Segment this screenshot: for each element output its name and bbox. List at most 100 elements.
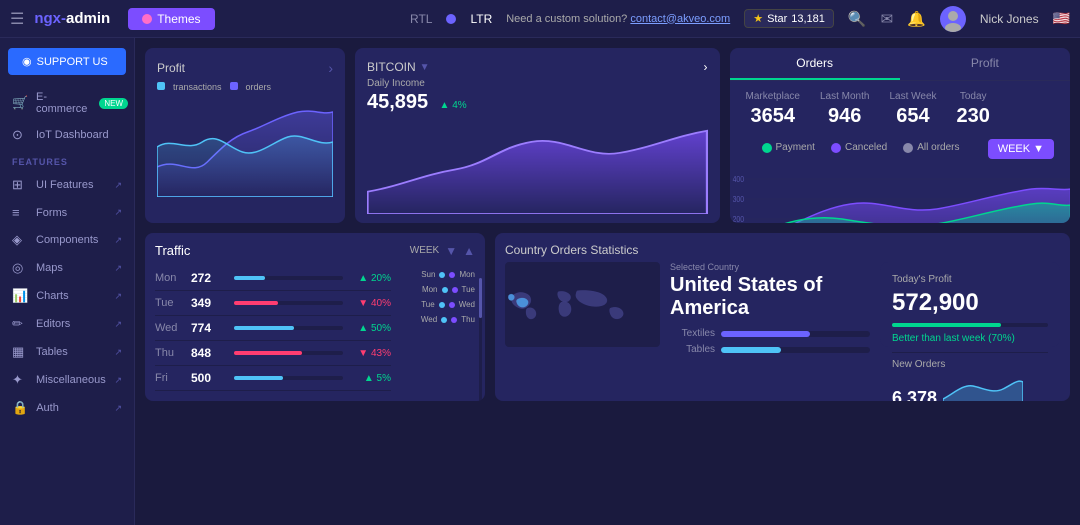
sidebar-item-components[interactable]: ◈ Components ↗: [0, 226, 134, 254]
external-icon: ↗: [114, 375, 122, 386]
orders-chart-row: Payment Canceled All orders WEEK: [730, 138, 1071, 159]
orders-stat-today: Today 230: [957, 91, 990, 128]
traffic-bar-wrap: [234, 301, 343, 305]
traffic-card: Traffic WEEK ▼ ▲ Mon 272: [145, 233, 485, 401]
bitcoin-title: BITCOIN ▼: [367, 60, 430, 74]
spark-dot2: [452, 287, 458, 293]
traffic-bar: [234, 326, 294, 330]
sidebar-item-label: Editors: [36, 318, 70, 330]
new-orders-value: 6,378: [892, 388, 937, 401]
tab-profit[interactable]: Profit: [900, 48, 1070, 80]
user-name[interactable]: Nick Jones: [980, 12, 1039, 26]
traffic-bar-wrap: [234, 326, 343, 330]
hamburger-icon[interactable]: ☰: [10, 9, 24, 29]
profit-chart: [157, 97, 333, 197]
daily-income-row: 45,895 ▲ 4%: [367, 91, 708, 114]
country-orders-card: Country Orders Statistics: [495, 233, 1070, 401]
spark-label2: Tue: [462, 285, 476, 294]
week-button[interactable]: WEEK ▼: [988, 139, 1054, 159]
textiles-label: Textiles: [670, 328, 715, 339]
textiles-bar-wrap: [721, 331, 870, 337]
sidebar-item-misc[interactable]: ✦ Miscellaneous ↗: [0, 366, 134, 394]
svg-text:200: 200: [732, 215, 743, 223]
support-button[interactable]: ◉ SUPPORT US: [8, 48, 126, 75]
traffic-pct: ▲ 50%: [351, 323, 391, 334]
external-icon: ↗: [114, 180, 122, 191]
traffic-row-fri: Fri 500 ▲ 5%: [155, 366, 391, 391]
last-week-label: Last Week: [889, 91, 936, 102]
external-icon: ↗: [114, 291, 122, 302]
bitcoin-card: BITCOIN ▼ › Daily Income 45,895 ▲ 4%: [355, 48, 720, 223]
sidebar-item-iot[interactable]: ⊙ IoT Dashboard: [0, 121, 134, 149]
legend-payment: Payment: [762, 142, 815, 153]
traffic-val: 774: [191, 321, 226, 335]
marketplace-label: Marketplace: [746, 91, 800, 102]
sparkline-column: Sun Mon Mon Tue Tue: [395, 266, 475, 391]
sidebar-item-label: Components: [36, 234, 98, 246]
sidebar: ◉ SUPPORT US 🛒 E-commerce NEW ⊙ IoT Dash…: [0, 38, 135, 525]
traffic-bar-wrap: [234, 376, 343, 380]
traffic-controls: WEEK ▼ ▲: [410, 244, 475, 258]
traffic-expand-icon[interactable]: ▼: [445, 244, 457, 258]
svg-text:300: 300: [732, 195, 743, 205]
selected-country-value: United States of America: [670, 274, 870, 320]
sidebar-item-forms[interactable]: ≡ Forms ↗: [0, 199, 134, 226]
sidebar-item-label: UI Features: [36, 179, 93, 191]
spark-dot2: [449, 272, 455, 278]
last-month-value: 946: [820, 105, 869, 128]
today-profit-label: Today's Profit: [892, 274, 1048, 285]
bitcoin-arrow-icon[interactable]: ›: [704, 60, 708, 74]
canceled-label: Canceled: [845, 142, 887, 153]
spark-row: Sun Mon: [395, 270, 475, 279]
charts-icon: 📊: [12, 288, 28, 304]
themes-dot-icon: [142, 14, 152, 24]
sidebar-item-auth[interactable]: 🔒 Auth ↗: [0, 394, 134, 422]
sidebar-item-label: Auth: [36, 402, 59, 414]
traffic-scrollbar-thumb: [479, 278, 482, 318]
star-button[interactable]: ★ Star 13,181: [744, 9, 834, 28]
editors-icon: ✏: [12, 316, 28, 332]
maps-icon: ◎: [12, 260, 28, 276]
rtl-label[interactable]: RTL: [410, 12, 432, 26]
traffic-row-thu: Thu 848 ▼ 43%: [155, 341, 391, 366]
spark-label2: Mon: [459, 270, 475, 279]
country-orders-title: Country Orders Statistics: [505, 243, 1060, 257]
custom-link[interactable]: contact@akveo.com: [630, 13, 730, 25]
traffic-header: Traffic WEEK ▼ ▲: [155, 243, 475, 258]
tables-bar-wrap: [721, 347, 870, 353]
traffic-scrollbar[interactable]: [479, 278, 482, 401]
today-label: Today: [957, 91, 990, 102]
sidebar-item-charts[interactable]: 📊 Charts ↗: [0, 282, 134, 310]
app-logo: ngx-admin: [34, 10, 110, 27]
themes-button[interactable]: Themes: [128, 8, 214, 30]
spark-dot1: [441, 317, 447, 323]
transactions-legend-dot: [157, 82, 165, 90]
sidebar-item-maps[interactable]: ◎ Maps ↗: [0, 254, 134, 282]
search-icon[interactable]: 🔍: [848, 10, 867, 28]
sidebar-item-editors[interactable]: ✏ Editors ↗: [0, 310, 134, 338]
sidebar-item-label: E-commerce: [36, 91, 87, 115]
profit-card-title: Profit ›: [157, 60, 333, 76]
traffic-up-icon[interactable]: ▲: [463, 244, 475, 258]
spark-label2: Thu: [461, 315, 475, 324]
profit-arrow-icon[interactable]: ›: [328, 60, 333, 76]
sidebar-item-label: Charts: [36, 290, 68, 302]
traffic-val: 272: [191, 271, 226, 285]
avatar[interactable]: [940, 6, 966, 32]
selected-country-label: Selected Country: [670, 262, 870, 272]
mail-icon[interactable]: ✉: [881, 10, 894, 28]
ltr-label[interactable]: LTR: [470, 12, 492, 26]
new-badge: NEW: [99, 98, 128, 109]
sidebar-item-ecommerce[interactable]: 🛒 E-commerce NEW: [0, 85, 134, 121]
external-icon: ↗: [114, 263, 122, 274]
sidebar-item-label: Miscellaneous: [36, 374, 106, 386]
bitcoin-dropdown-icon[interactable]: ▼: [420, 62, 430, 73]
sidebar-item-ui-features[interactable]: ⊞ UI Features ↗: [0, 171, 134, 199]
transactions-legend-label: transactions: [173, 82, 222, 92]
tab-orders[interactable]: Orders: [730, 48, 900, 80]
bell-icon[interactable]: 🔔: [907, 10, 926, 28]
spark-label: Mon: [422, 285, 438, 294]
orders-stat-marketplace: Marketplace 3654: [746, 91, 800, 128]
sidebar-item-tables[interactable]: ▦ Tables ↗: [0, 338, 134, 366]
main-content: Profit › transactions orders: [135, 38, 1080, 525]
